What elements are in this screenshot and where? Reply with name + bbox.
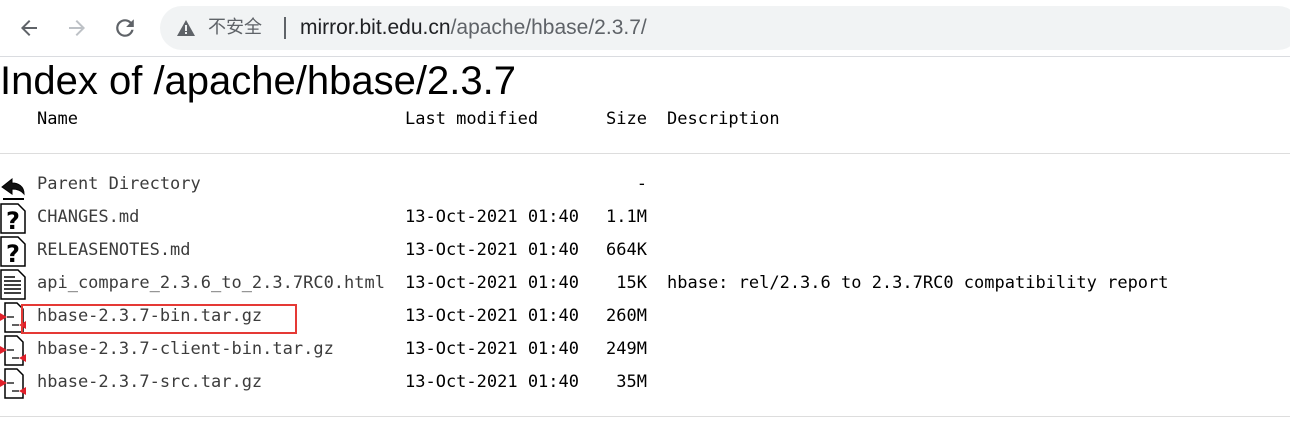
table-row: hbase-2.3.7-src.tar.gz 13-Oct-2021 01:40…	[0, 366, 1290, 399]
file-size: 35M	[616, 372, 647, 392]
table-row: Parent Directory -	[0, 168, 1290, 201]
svg-text:?: ?	[6, 207, 20, 234]
page-title: Index of /apache/hbase/2.3.7	[0, 59, 516, 103]
forward-arrow-icon	[69, 20, 85, 36]
column-header-description[interactable]: Description	[667, 109, 780, 129]
header-divider	[0, 153, 1290, 154]
text-file-icon	[0, 268, 26, 300]
column-header-name[interactable]: Name	[37, 109, 78, 129]
file-date: 13-Oct-2021 01:40	[405, 339, 579, 359]
file-name[interactable]: hbase-2.3.7-bin.tar.gz	[37, 306, 262, 326]
file-link[interactable]: CHANGES.md	[37, 207, 139, 227]
file-link[interactable]: api_compare_2.3.6_to_2.3.7RC0.html	[37, 273, 385, 293]
file-date: 13-Oct-2021 01:40	[405, 207, 579, 227]
file-description: hbase: rel/2.3.6 to 2.3.7RC0 compatibili…	[667, 273, 1169, 293]
file-date: 13-Oct-2021 01:40	[405, 306, 579, 326]
file-link[interactable]: Parent Directory	[37, 174, 201, 194]
address-separator	[284, 17, 286, 39]
back-button[interactable]	[12, 11, 46, 45]
file-date: 13-Oct-2021 01:40	[405, 240, 579, 260]
url-path: /apache/hbase/2.3.7/	[450, 16, 647, 39]
file-link[interactable]: hbase-2.3.7-bin.tar.gz	[37, 306, 262, 326]
file-date: 13-Oct-2021 01:40	[405, 273, 579, 293]
file-size: 664K	[606, 240, 647, 260]
table-row: api_compare_2.3.6_to_2.3.7RC0.html 13-Oc…	[0, 267, 1290, 300]
file-name[interactable]: api_compare_2.3.6_to_2.3.7RC0.html	[37, 273, 385, 293]
file-size: -	[636, 174, 647, 194]
url-text[interactable]: mirror.bit.edu.cn/apache/hbase/2.3.7/	[300, 16, 647, 40]
compressed-file-icon	[0, 301, 26, 333]
not-secure-label[interactable]: 不安全	[208, 16, 262, 40]
forward-button[interactable]	[60, 11, 94, 45]
file-size: 260M	[606, 306, 647, 326]
file-date: 13-Oct-2021 01:40	[405, 372, 579, 392]
file-name[interactable]: CHANGES.md	[37, 207, 139, 227]
reload-button[interactable]	[108, 11, 142, 45]
file-name[interactable]: Parent Directory	[37, 174, 201, 194]
svg-text:?: ?	[6, 240, 20, 267]
unknown-file-icon: ?	[0, 202, 26, 234]
file-name[interactable]: RELEASENOTES.md	[37, 240, 191, 260]
compressed-file-icon	[0, 334, 26, 366]
file-link[interactable]: RELEASENOTES.md	[37, 240, 191, 260]
file-size: 15K	[616, 273, 647, 293]
file-link[interactable]: hbase-2.3.7-client-bin.tar.gz	[37, 339, 334, 359]
warning-triangle-icon	[177, 20, 195, 36]
address-bar[interactable]: 不安全 mirror.bit.edu.cn/apache/hbase/2.3.7…	[160, 6, 1290, 50]
footer-divider	[0, 416, 1290, 417]
table-row: ? RELEASENOTES.md 13-Oct-2021 01:40 664K	[0, 234, 1290, 267]
column-header-size[interactable]: Size	[560, 109, 647, 129]
browser-toolbar: 不安全 mirror.bit.edu.cn/apache/hbase/2.3.7…	[0, 0, 1290, 57]
url-host: mirror.bit.edu.cn	[300, 16, 451, 39]
file-size: 249M	[606, 339, 647, 359]
table-row: ? CHANGES.md 13-Oct-2021 01:40 1.1M	[0, 201, 1290, 234]
file-link[interactable]: hbase-2.3.7-src.tar.gz	[37, 372, 262, 392]
reload-icon	[116, 19, 134, 37]
table-row: hbase-2.3.7-client-bin.tar.gz 13-Oct-202…	[0, 333, 1290, 366]
back-arrow-icon	[21, 20, 37, 36]
file-size: 1.1M	[606, 207, 647, 227]
unknown-file-icon: ?	[0, 235, 26, 267]
file-name[interactable]: hbase-2.3.7-src.tar.gz	[37, 372, 262, 392]
column-header-last-modified[interactable]: Last modified	[405, 109, 538, 129]
back-arrow-icon	[0, 169, 26, 201]
table-row: hbase-2.3.7-bin.tar.gz 13-Oct-2021 01:40…	[0, 300, 1290, 333]
compressed-file-icon	[0, 367, 26, 399]
file-name[interactable]: hbase-2.3.7-client-bin.tar.gz	[37, 339, 334, 359]
